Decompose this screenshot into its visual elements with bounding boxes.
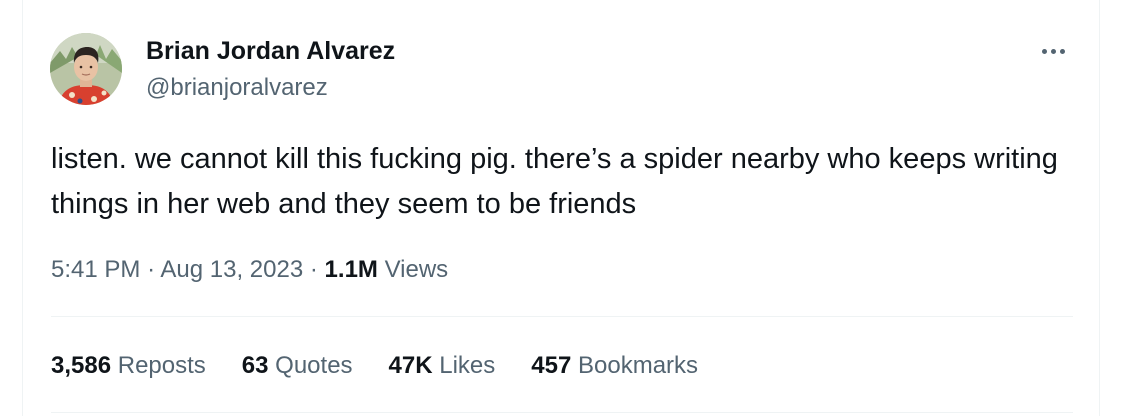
meta-separator: · <box>147 256 156 283</box>
likes-label: Likes <box>439 352 496 379</box>
author-handle[interactable]: @brianjoralvarez <box>146 73 328 103</box>
author-name[interactable]: Brian Jordan Alvarez <box>146 36 395 66</box>
avatar[interactable] <box>50 33 122 105</box>
views-count[interactable]: 1.1M <box>325 256 378 283</box>
tweet-card: Brian Jordan Alvarez @brianjoralvarez li… <box>22 0 1100 416</box>
quotes-label: Quotes <box>275 352 353 379</box>
dot <box>1050 48 1056 54</box>
likes-stat[interactable]: 47K Likes <box>389 350 496 382</box>
reposts-label: Reposts <box>117 352 206 379</box>
engagement-stats: 3,586 Reposts 63 Quotes 47K Likes 457 Bo… <box>51 350 698 382</box>
more-icon[interactable] <box>1033 36 1073 66</box>
reposts-count: 3,586 <box>51 352 112 379</box>
tweet-date[interactable]: Aug 13, 2023 <box>160 256 303 283</box>
tweet-time[interactable]: 5:41 PM <box>51 256 140 283</box>
profile-photo-icon <box>50 33 122 105</box>
meta-separator: · <box>309 256 318 283</box>
quotes-count: 63 <box>241 352 269 379</box>
bookmarks-count: 457 <box>531 352 572 379</box>
reposts-stat[interactable]: 3,586 Reposts <box>51 350 206 382</box>
likes-count: 47K <box>388 352 433 379</box>
bookmarks-stat[interactable]: 457 Bookmarks <box>531 350 698 382</box>
tweet-text: listen. we cannot kill this fucking pig.… <box>51 143 1058 220</box>
views-label[interactable]: Views <box>385 256 449 283</box>
dot <box>1041 48 1047 54</box>
dot <box>1059 48 1065 54</box>
bookmarks-label: Bookmarks <box>578 352 699 379</box>
quotes-stat[interactable]: 63 Quotes <box>242 350 353 382</box>
divider <box>51 316 1073 317</box>
divider <box>51 412 1073 413</box>
tweet-meta: 5:41 PM · Aug 13, 2023 · 1.1M Views <box>51 254 448 286</box>
